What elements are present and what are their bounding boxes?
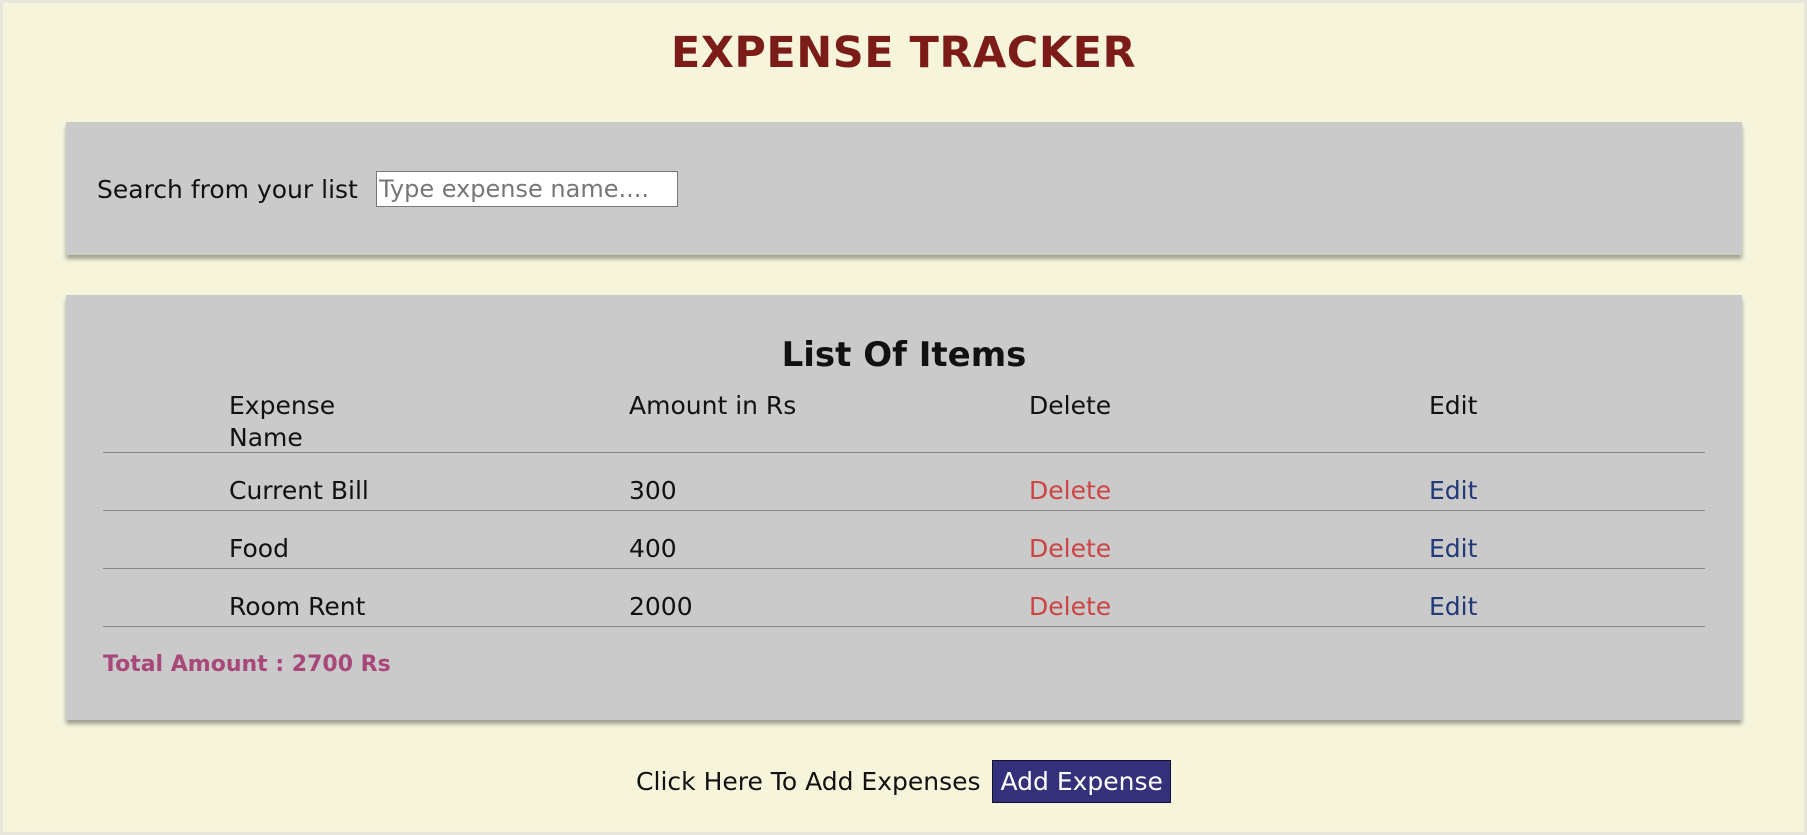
expense-name: Room Rent bbox=[229, 592, 366, 621]
expense-amount: 300 bbox=[629, 476, 677, 505]
expense-amount: 2000 bbox=[629, 592, 693, 621]
add-expense-prompt: Click Here To Add Expenses bbox=[636, 767, 981, 796]
expense-list-panel: List Of Items Expense Name Amount in Rs … bbox=[66, 295, 1742, 720]
column-header-delete: Delete bbox=[1029, 391, 1112, 420]
column-header-edit: Edit bbox=[1429, 391, 1478, 420]
edit-link[interactable]: Edit bbox=[1429, 475, 1477, 507]
list-title: List Of Items bbox=[781, 335, 1027, 375]
delete-link[interactable]: Delete bbox=[1029, 475, 1111, 507]
delete-link[interactable]: Delete bbox=[1029, 533, 1111, 565]
total-amount: Total Amount : 2700 Rs bbox=[103, 652, 391, 677]
search-panel: Search from your list bbox=[66, 122, 1742, 255]
table-row: Current Bill 300 Delete Edit bbox=[103, 453, 1705, 511]
search-label: Search from your list bbox=[97, 175, 358, 204]
expense-table: Expense Name Amount in Rs Delete Edit Cu… bbox=[103, 390, 1705, 627]
table-row: Food 400 Delete Edit bbox=[103, 511, 1705, 569]
edit-link[interactable]: Edit bbox=[1429, 533, 1477, 565]
expense-amount: 400 bbox=[629, 534, 677, 563]
add-expense-button[interactable]: Add Expense bbox=[992, 760, 1171, 803]
expense-name: Food bbox=[229, 534, 289, 563]
delete-link[interactable]: Delete bbox=[1029, 591, 1111, 623]
add-expense-footer: Click Here To Add Expenses Add Expense bbox=[0, 760, 1807, 803]
table-header-row: Expense Name Amount in Rs Delete Edit bbox=[103, 390, 1705, 453]
column-header-expense-name: Expense Name bbox=[229, 391, 336, 452]
table-row: Room Rent 2000 Delete Edit bbox=[103, 569, 1705, 627]
column-header-amount: Amount in Rs bbox=[629, 391, 797, 420]
expense-name: Current Bill bbox=[229, 476, 369, 505]
page-title: EXPENSE TRACKER bbox=[670, 28, 1137, 78]
search-input[interactable] bbox=[376, 171, 678, 207]
edit-link[interactable]: Edit bbox=[1429, 591, 1477, 623]
